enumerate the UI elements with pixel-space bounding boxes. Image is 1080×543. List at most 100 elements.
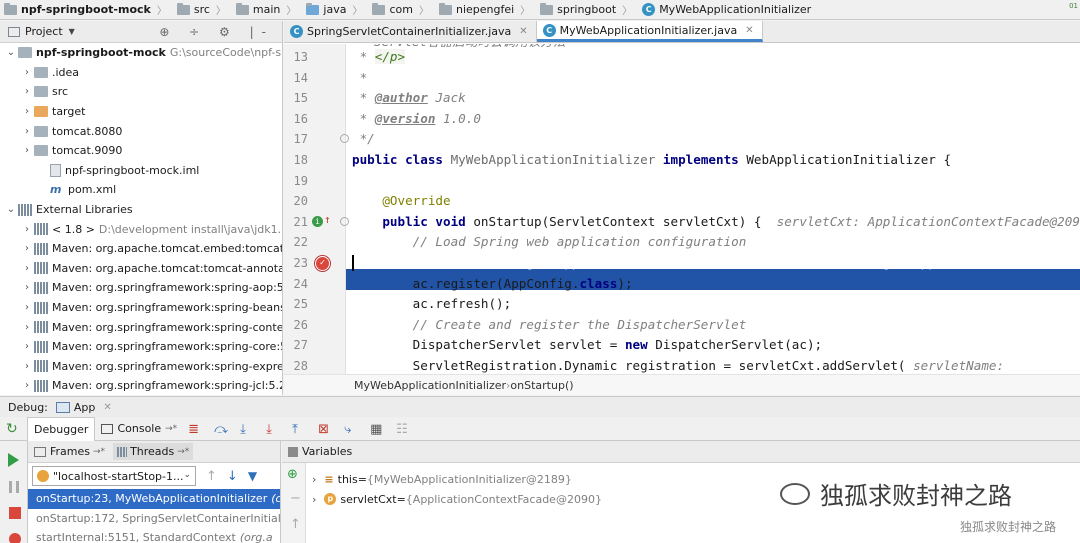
breadcrumb-label[interactable]: com <box>389 3 413 16</box>
variable-row[interactable]: › ≡ this = {MyWebApplicationInitializer@21… <box>312 469 572 489</box>
stack-frame[interactable]: onStartup:172, SpringServletContainerIni… <box>28 509 280 529</box>
panel-tools-icons[interactable]: ⊕ ÷ ⚙ |- <box>159 25 274 39</box>
tree-node[interactable]: npf-springboot-mock.iml <box>0 161 282 181</box>
chevron-right-icon[interactable]: › <box>20 67 34 78</box>
chevron-right-icon[interactable]: › <box>20 380 34 391</box>
chevron-right-icon[interactable]: › <box>20 322 34 333</box>
breadcrumb-item[interactable]: src 〉 <box>173 0 232 19</box>
stack-frame[interactable]: startInternal:5151, StandardContext (org.… <box>28 528 280 543</box>
console-tab-label[interactable]: Console <box>117 422 161 435</box>
tree-node[interactable]: › tomcat.9090 <box>0 141 282 161</box>
close-tab-icon[interactable]: ✕ <box>745 25 753 36</box>
chevron-right-icon[interactable]: › <box>20 341 34 352</box>
chevron-right-icon[interactable]: › <box>20 126 34 137</box>
code-line[interactable]: DispatcherServlet servlet = new Dispatch… <box>352 335 822 356</box>
tree-node-label[interactable]: Maven: org.springframework:spring-core:5… <box>52 340 282 353</box>
tree-node[interactable]: › Maven: org.apache.tomcat.embed:tomcat-e… <box>0 239 282 259</box>
tree-node[interactable]: m pom.xml <box>0 180 282 200</box>
code-area[interactable]: Servlet容器启动时会调用该方法13 * </p>14 *15 * @aut… <box>284 44 1080 374</box>
tree-node[interactable]: › Maven: org.springframework:spring-conte… <box>0 317 282 337</box>
tree-node-label[interactable]: Maven: org.apache.tomcat:tomcat-annotati… <box>52 262 282 275</box>
close-icon[interactable]: ✕ <box>103 402 111 413</box>
stack-frame[interactable]: onStartup:23, MyWebApplicationInitialize… <box>28 489 280 509</box>
chevron-right-icon[interactable]: › <box>20 282 34 293</box>
code-line[interactable]: AnnotationConfigWebApplicationContext ac… <box>352 253 1073 274</box>
tree-node[interactable]: › Maven: org.springframework:spring-aop:5… <box>0 278 282 298</box>
tree-node-label[interactable]: src <box>52 85 68 98</box>
tree-node[interactable]: › target <box>0 102 282 122</box>
tab-debugger[interactable]: Debugger <box>27 416 96 441</box>
code-line[interactable]: * @version 1.0.0 <box>352 109 481 130</box>
filter-icon[interactable]: ▼ <box>248 469 257 483</box>
evaluate-expression-icon[interactable]: ▦ <box>370 422 386 437</box>
breadcrumb-item[interactable]: niepengfei 〉 <box>435 0 536 19</box>
frames-tab[interactable]: Frames →* <box>28 445 105 458</box>
tree-node[interactable]: › Maven: org.apache.tomcat:tomcat-annotat… <box>0 259 282 279</box>
resume-icon[interactable] <box>8 453 19 467</box>
tree-node-label[interactable]: pom.xml <box>68 183 116 196</box>
chevron-right-icon[interactable]: › <box>20 145 34 156</box>
chevron-down-icon[interactable]: ⌄ <box>183 470 191 480</box>
chevron-right-icon[interactable]: › <box>20 224 34 235</box>
code-line[interactable]: // Create and register the DispatcherSer… <box>352 315 747 336</box>
tree-node-label[interactable]: Maven: org.springframework:spring-aop:5.… <box>52 281 282 294</box>
tree-node-label[interactable]: npf-springboot-mock <box>36 46 166 59</box>
tree-node[interactable]: ⌄ External Libraries <box>0 200 282 220</box>
thread-combo[interactable]: "localhost-startStop-1... ⌄ <box>32 466 196 486</box>
tree-node-label[interactable]: Maven: org.apache.tomcat.embed:tomcat-em… <box>52 242 282 255</box>
tab-console[interactable]: Console →* <box>95 417 183 441</box>
tree-node-label[interactable]: Maven: org.springframework:spring-contex… <box>52 321 282 334</box>
chevron-down-icon[interactable]: ⌄ <box>4 47 18 58</box>
tree-node[interactable]: › < 1.8 > D:\development install\java\jdk1… <box>0 219 282 239</box>
rerun-icon[interactable]: ↻ <box>6 422 22 436</box>
implements-method-icon[interactable]: i <box>312 215 323 227</box>
breadcrumb-item[interactable]: main 〉 <box>232 0 302 19</box>
breadcrumb-label[interactable]: springboot <box>557 3 616 16</box>
trace-stream-icon[interactable]: ☷ <box>396 422 412 437</box>
frames-label[interactable]: Frames <box>50 445 90 458</box>
code-line[interactable]: public void onStartup(ServletContext ser… <box>352 212 1080 233</box>
step-out-icon[interactable]: ⤒ <box>292 422 308 437</box>
breadcrumb-label[interactable]: java <box>323 3 346 16</box>
tree-node[interactable]: ⌄ npf-springboot-mockG:\sourceCode\npf-sp… <box>0 43 282 63</box>
code-line[interactable]: * </p> <box>352 47 406 68</box>
stop-icon[interactable] <box>9 507 21 519</box>
tree-node[interactable]: › .idea <box>0 63 282 83</box>
add-watch-icon[interactable]: ⊕ <box>287 467 298 482</box>
threads-tab[interactable]: Threads →* <box>113 443 194 460</box>
fold-icon[interactable] <box>340 216 349 226</box>
method-breadcrumb-item[interactable]: MyWebApplicationInitializer <box>354 379 506 392</box>
editor-tab[interactable]: C SpringServletContainerInitializer.java ✕ <box>284 21 537 42</box>
debugger-tab-label[interactable]: Debugger <box>34 423 88 436</box>
tree-node[interactable]: › Maven: org.springframework:spring-expre… <box>0 357 282 377</box>
breadcrumb-label[interactable]: npf-springboot-mock <box>21 3 151 16</box>
tree-node-label[interactable]: Maven: org.springframework:spring-beans:… <box>52 301 282 314</box>
stack-frame-method[interactable]: onStartup:23, MyWebApplicationInitialize… <box>36 492 267 505</box>
breadcrumb-item[interactable]: npf-springboot-mock 〉 <box>0 0 173 19</box>
tree-node[interactable]: › src <box>0 82 282 102</box>
editor-tab-label[interactable]: MyWebApplicationInitializer.java <box>560 24 738 37</box>
chevron-right-icon[interactable]: › <box>20 361 34 372</box>
code-line[interactable]: ac.register(AppConfig.class); <box>352 274 633 295</box>
method-breadcrumb-item[interactable]: onStartup() <box>510 379 573 392</box>
breakpoint-icon[interactable]: ✓ <box>315 256 330 271</box>
override-arrow-icon[interactable]: ↑ <box>324 213 331 226</box>
dropdown-arrow-icon[interactable]: ▼ <box>69 27 75 36</box>
chevron-right-icon[interactable]: › <box>20 86 34 97</box>
tree-node[interactable]: › Maven: org.springframework:spring-jcl:5… <box>0 376 282 395</box>
tree-node[interactable]: › tomcat.8080 <box>0 121 282 141</box>
step-over-icon[interactable]: ⤼ <box>214 422 230 437</box>
tree-node-label[interactable]: npf-springboot-mock.iml <box>65 164 199 177</box>
tree-node-label[interactable]: tomcat.8080 <box>52 125 122 138</box>
breadcrumb-label[interactable]: niepengfei <box>456 3 514 16</box>
chevron-right-icon[interactable]: › <box>312 493 316 506</box>
remove-watch-icon[interactable]: − <box>290 491 301 506</box>
project-view-label[interactable]: Project <box>25 25 63 38</box>
breadcrumb-label[interactable]: MyWebApplicationInitializer <box>659 3 811 16</box>
chevron-right-icon[interactable]: › <box>20 106 34 117</box>
code-line[interactable]: ac.refresh(); <box>352 294 512 315</box>
show-execution-point-icon[interactable]: ≣ <box>188 422 204 437</box>
tree-node[interactable]: › Maven: org.springframework:spring-core:… <box>0 337 282 357</box>
thread-combo-value[interactable]: "localhost-startStop-1... <box>53 470 184 483</box>
chevron-right-icon[interactable]: › <box>20 263 34 274</box>
